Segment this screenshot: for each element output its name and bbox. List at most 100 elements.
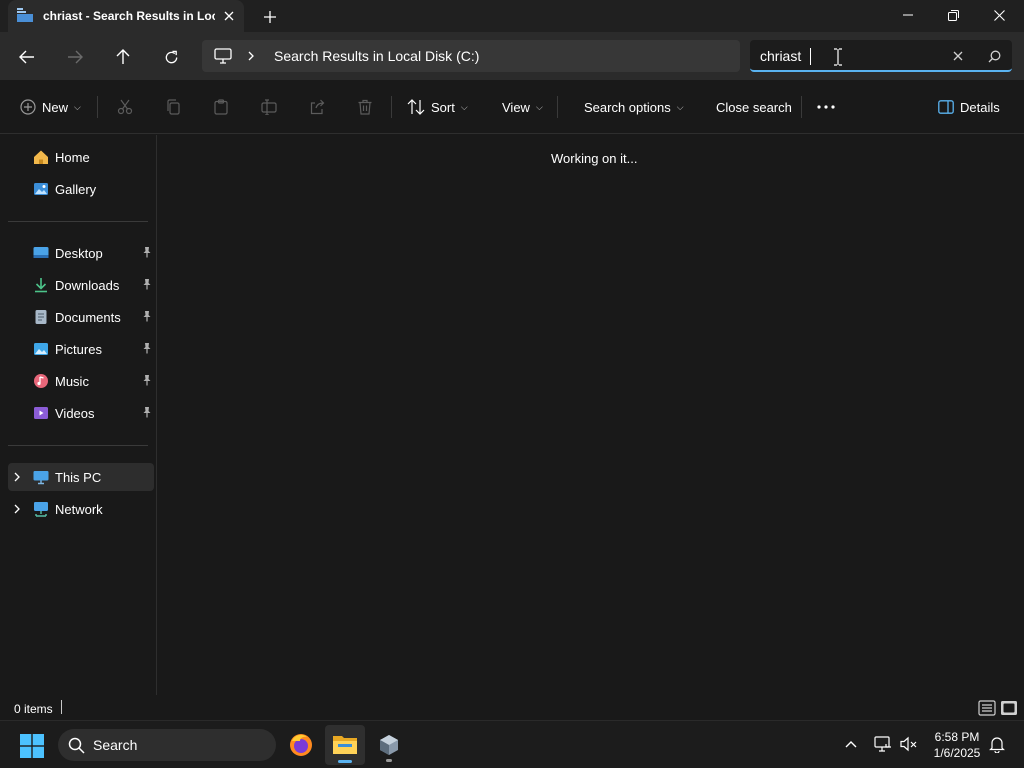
paste-button[interactable] <box>210 96 232 118</box>
home-icon <box>34 150 48 164</box>
clock-date: 1/6/2025 <box>933 746 981 760</box>
address-bar[interactable]: Search Results in Local Disk (C:) <box>202 40 740 72</box>
back-button[interactable] <box>14 44 40 70</box>
sidebar-item-label: Downloads <box>55 278 120 293</box>
divider <box>8 221 148 222</box>
sort-button[interactable]: Sort ⌵ <box>407 94 468 120</box>
chevron-down-icon: ⌵ <box>676 101 684 112</box>
sidebar-item-label: Desktop <box>55 246 103 261</box>
sidebar-item-gallery[interactable]: Gallery <box>8 175 154 203</box>
sidebar-item-network[interactable]: Network <box>8 495 154 523</box>
copy-button[interactable] <box>162 96 184 118</box>
clock-time: 6:58 PM <box>934 730 980 744</box>
taskbar-app-firefox[interactable] <box>281 725 321 765</box>
running-indicator <box>386 759 392 762</box>
sidebar-item-label: Documents <box>55 310 121 325</box>
delete-button[interactable] <box>354 96 376 118</box>
sidebar-item-label: Home <box>55 150 90 165</box>
volume-button[interactable] <box>898 733 920 755</box>
arrow-right-icon <box>68 50 83 64</box>
file-explorer-tab-icon <box>17 8 33 22</box>
minimize-icon <box>903 14 913 16</box>
details-label: Details <box>960 99 1000 115</box>
sidebar-item-music[interactable]: Music <box>8 367 154 395</box>
close-window-button[interactable] <box>976 0 1022 30</box>
sidebar-item-label: Music <box>55 374 89 389</box>
navigation-pane: Home Gallery Desktop Downloads Documents… <box>0 135 157 695</box>
view-button[interactable]: View ⌵ <box>502 94 543 120</box>
pin-icon[interactable] <box>142 246 152 258</box>
details-view-icon[interactable] <box>978 699 996 717</box>
share-button[interactable] <box>306 96 328 118</box>
sidebar-item-this-pc[interactable]: This PC <box>8 463 154 491</box>
sidebar-item-desktop[interactable]: Desktop <box>8 239 154 267</box>
rename-button[interactable] <box>258 96 280 118</box>
new-button[interactable]: New ⌵ <box>20 94 81 120</box>
plus-circle-icon <box>20 99 36 115</box>
copy-icon <box>167 99 180 115</box>
sort-label: Sort <box>431 99 455 115</box>
status-bar: 0 items <box>0 696 1024 720</box>
search-input[interactable]: chriast <box>760 48 801 64</box>
network-status-button[interactable] <box>872 733 894 755</box>
pin-icon[interactable] <box>142 406 152 418</box>
tab-close-icon[interactable] <box>220 7 238 25</box>
chevron-down-icon: ⌵ <box>535 101 543 112</box>
sidebar-item-documents[interactable]: Documents <box>8 303 154 331</box>
sidebar-item-pictures[interactable]: Pictures <box>8 335 154 363</box>
windows-start-icon[interactable] <box>20 734 44 758</box>
arrow-left-icon <box>19 50 34 64</box>
notifications-button[interactable] <box>986 733 1008 755</box>
clear-search-button[interactable] <box>948 46 968 66</box>
file-list-area[interactable]: Working on it... <box>158 135 1024 695</box>
pin-icon[interactable] <box>142 374 152 386</box>
details-pane-button[interactable]: Details <box>938 94 1000 120</box>
chevron-right-icon[interactable] <box>12 471 22 483</box>
app-cube-icon <box>380 735 398 755</box>
sidebar-item-label: Gallery <box>55 182 97 197</box>
forward-button[interactable] <box>62 44 88 70</box>
cut-button[interactable] <box>114 96 136 118</box>
tab-search-results[interactable]: chriast - Search Results in Local Disk (… <box>8 0 244 32</box>
tab-title: chriast - Search Results in Local Disk (… <box>43 9 215 23</box>
item-count: 0 items <box>14 702 53 716</box>
close-search-button[interactable]: Close search <box>716 94 792 120</box>
pin-icon[interactable] <box>142 278 152 290</box>
sidebar-item-videos[interactable]: Videos <box>8 399 154 427</box>
search-button[interactable] <box>984 46 1004 66</box>
chevron-right-icon[interactable] <box>247 48 255 64</box>
folder-icon <box>333 736 357 754</box>
view-label: View <box>502 99 530 115</box>
taskbar-app-file-explorer[interactable] <box>325 725 365 765</box>
refresh-button[interactable] <box>158 44 184 70</box>
taskbar-search[interactable]: Search <box>58 729 276 761</box>
taskbar-app-settings[interactable] <box>369 725 409 765</box>
monitor-icon <box>214 48 232 64</box>
new-label: New <box>42 99 69 115</box>
sort-icon <box>407 99 425 115</box>
up-button[interactable] <box>110 44 136 70</box>
search-options-button[interactable]: Search options ⌵ <box>584 94 684 120</box>
videos-icon <box>34 407 48 419</box>
pin-icon[interactable] <box>142 342 152 354</box>
refresh-icon <box>165 50 177 63</box>
sidebar-item-label: Videos <box>55 406 95 421</box>
show-hidden-icons-button[interactable] <box>840 733 862 755</box>
ethernet-icon <box>874 736 891 752</box>
command-bar: New ⌵ Sort ⌵ View ⌵ Search options ⌵ Clo… <box>0 80 1024 134</box>
search-box[interactable]: chriast <box>750 40 1012 72</box>
pin-icon[interactable] <box>142 310 152 322</box>
minimize-button[interactable] <box>885 0 931 30</box>
large-icons-view-icon[interactable] <box>1000 699 1018 717</box>
more-options-button[interactable] <box>815 96 837 118</box>
sidebar-item-home[interactable]: Home <box>8 143 154 171</box>
new-tab-button[interactable] <box>258 5 282 29</box>
sidebar-item-downloads[interactable]: Downloads <box>8 271 154 299</box>
system-clock[interactable]: 6:58 PM 1/6/2025 <box>928 729 986 761</box>
breadcrumb-path[interactable]: Search Results in Local Disk (C:) <box>274 48 479 64</box>
scissors-icon <box>117 99 133 115</box>
restore-button[interactable] <box>930 0 976 30</box>
plus-icon <box>264 11 276 23</box>
chevron-right-icon[interactable] <box>12 503 22 515</box>
close-icon <box>953 51 963 61</box>
